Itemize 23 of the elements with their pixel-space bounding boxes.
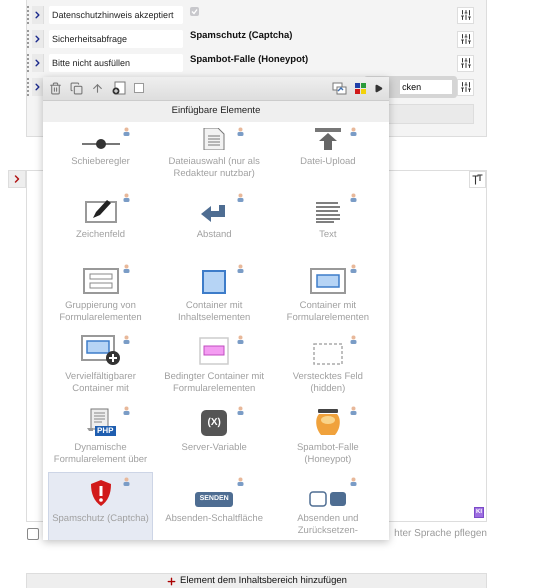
element-label: Gruppierung von Formularelementen — [58, 300, 143, 324]
element-label: Dynamische Formularelement über — [52, 442, 148, 466]
element-label: Abstand — [196, 228, 233, 241]
element-label: Text — [318, 228, 338, 241]
popup-title: Einfügbare Elemente — [43, 100, 389, 122]
element-label: Spambot-Falle (Honeypot) — [296, 442, 360, 466]
element-label: Absenden-Schaltfläche — [164, 512, 264, 525]
element-label: Bedingter Container mit Formularelementen — [163, 370, 266, 395]
element-label: Server-Variable — [180, 442, 248, 454]
element-label: Datei-Upload — [299, 156, 357, 168]
element-label: Vervielfältigbarer Container mit — [64, 370, 137, 395]
element-label: Schieberegler — [70, 156, 131, 168]
checkbox-label: hter Sprache pflegen — [394, 527, 487, 541]
element-label: Zeichenfeld — [74, 228, 126, 241]
database-variable-icon: (X) — [201, 410, 228, 436]
element-label: Container mit Inhaltselementen — [176, 300, 252, 324]
element-label: Dateiauswahl (nur als Redakteur nutzbar) — [167, 156, 261, 180]
field-type: Spamschutz (Captcha) — [190, 28, 292, 43]
element-label: Absenden und Zurücksetzen- — [296, 512, 360, 537]
element-label: Container mit Formularelementen — [286, 300, 370, 324]
element-label: Verstecktes Feld (hidden) — [292, 370, 364, 395]
element-label: Spamschutz (Captcha) — [51, 512, 150, 525]
field-type: Spambot-Falle (Honeypot) — [190, 52, 308, 67]
